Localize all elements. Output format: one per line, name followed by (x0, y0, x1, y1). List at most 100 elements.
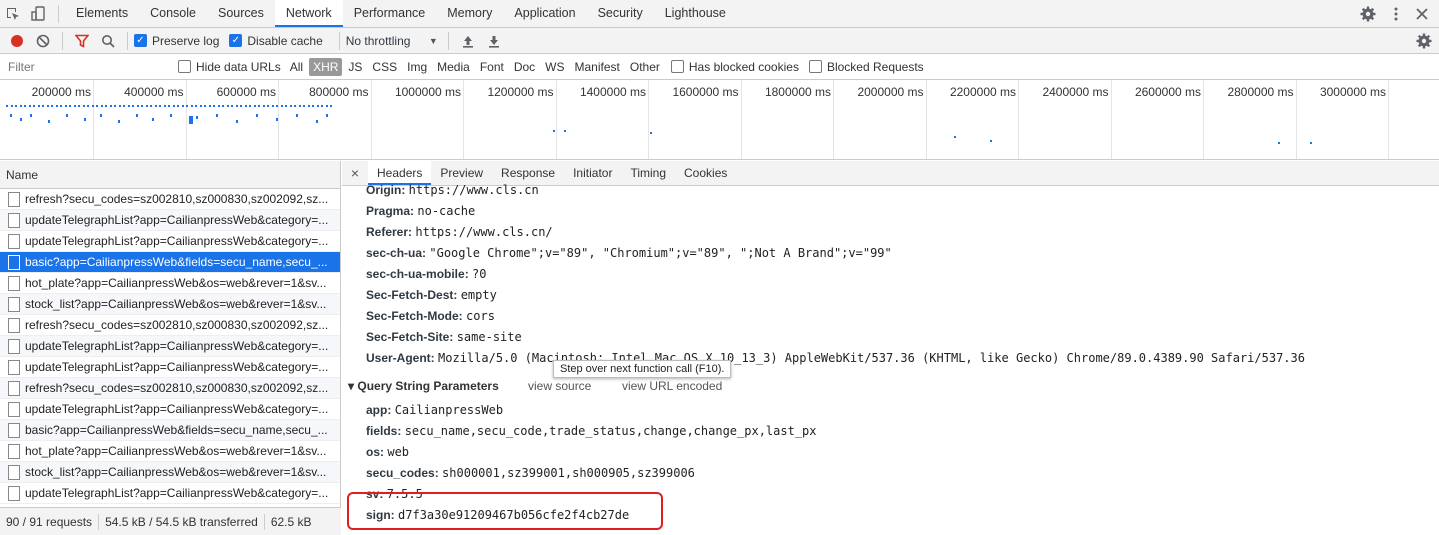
details-tab-timing[interactable]: Timing (621, 161, 675, 185)
document-icon (8, 338, 20, 354)
more-options-icon[interactable] (1383, 1, 1409, 27)
timeline-activity-mark (208, 105, 211, 107)
details-tab-response[interactable]: Response (492, 161, 564, 185)
tab-elements[interactable]: Elements (65, 0, 139, 27)
timeline-activity-mark (100, 114, 102, 117)
header-key: secu_codes: (366, 466, 439, 480)
document-icon (8, 275, 20, 291)
clear-icon[interactable] (30, 28, 56, 54)
timeline-activity-mark (15, 105, 17, 107)
timeline-activity-mark (298, 105, 301, 107)
inspect-element-icon[interactable] (0, 1, 26, 27)
request-row[interactable]: basic?app=CailianpressWeb&fields=secu_na… (0, 420, 340, 441)
request-row[interactable]: updateTelegraphList?app=CailianpressWeb&… (0, 210, 340, 231)
timeline-activity-mark (132, 105, 134, 107)
header-key: Sec-Fetch-Mode: (366, 309, 463, 323)
throttling-select[interactable]: No throttling ▼ (346, 34, 442, 48)
timeline-activity-mark (168, 105, 170, 107)
filter-input[interactable] (4, 56, 170, 77)
import-har-icon[interactable] (455, 28, 481, 54)
timeline-tick-label: 400000 ms (124, 85, 184, 99)
tab-memory[interactable]: Memory (436, 0, 503, 27)
details-tab-cookies[interactable]: Cookies (675, 161, 736, 185)
filter-type-all[interactable]: All (286, 58, 307, 76)
hide-data-urls-checkbox[interactable]: Hide data URLs (178, 60, 281, 74)
request-row[interactable]: refresh?secu_codes=sz002810,sz000830,sz0… (0, 189, 340, 210)
tab-lighthouse[interactable]: Lighthouse (654, 0, 737, 27)
timeline-overview[interactable]: 200000 ms 400000 ms 600000 ms 800000 ms 1000… (0, 80, 1439, 160)
divider (447, 31, 449, 50)
timeline-activity-mark (1310, 142, 1312, 144)
filter-type-img[interactable]: Img (403, 58, 431, 76)
request-row[interactable]: refresh?secu_codes=sz002810,sz000830,sz0… (0, 378, 340, 399)
header-value: ?0 (472, 267, 487, 281)
timeline-tick-label: 800000 ms (309, 85, 369, 99)
record-icon[interactable] (4, 28, 30, 54)
header-key: fields: (366, 424, 402, 438)
request-row[interactable]: hot_plate?app=CailianpressWeb&os=web&rev… (0, 441, 340, 462)
request-row[interactable]: stock_list?app=CailianpressWeb&os=web&re… (0, 294, 340, 315)
details-tab-preview[interactable]: Preview (431, 161, 492, 185)
header-key: User-Agent: (366, 351, 435, 365)
filter-type-css[interactable]: CSS (368, 58, 401, 76)
details-tabs: Headers Preview Response Initiator Timing Coo… (368, 161, 736, 185)
device-toolbar-icon[interactable] (26, 1, 52, 27)
filter-type-font[interactable]: Font (476, 58, 508, 76)
filter-type-ws[interactable]: WS (541, 58, 568, 76)
tab-security[interactable]: Security (587, 0, 654, 27)
request-row[interactable]: updateTelegraphList?app=CailianpressWeb&… (0, 231, 340, 252)
header-row: Sec-Fetch-Dest: empty (366, 288, 497, 302)
request-row[interactable]: refresh?secu_codes=sz002810,sz000830,sz0… (0, 315, 340, 336)
has-blocked-cookies-checkbox[interactable]: Has blocked cookies (670, 60, 799, 74)
header-row: app: CailianpressWeb (366, 403, 503, 417)
query-params-section-header[interactable]: ▾ Query String Parameters (348, 379, 499, 393)
document-icon (8, 359, 20, 375)
filter-type-manifest[interactable]: Manifest (571, 58, 624, 76)
tab-performance[interactable]: Performance (343, 0, 437, 27)
blocked-requests-checkbox[interactable]: Blocked Requests (808, 60, 924, 74)
timeline-tick-label: 2400000 ms (1042, 85, 1109, 99)
timeline-activity-mark (42, 105, 44, 107)
request-row[interactable]: stock_list?app=CailianpressWeb&os=web&re… (0, 462, 340, 483)
filter-type-media[interactable]: Media (433, 58, 474, 76)
filter-type-xhr[interactable]: XHR (309, 57, 343, 76)
settings-gear-icon[interactable] (1355, 1, 1381, 27)
filter-type-js[interactable]: JS (344, 58, 366, 76)
request-count: 90 / 91 requests (6, 514, 93, 529)
header-value: secu_name,secu_code,trade_status,change,… (404, 424, 817, 438)
request-row[interactable]: updateTelegraphList?app=CailianpressWeb&… (0, 483, 340, 504)
details-tab-initiator[interactable]: Initiator (564, 161, 621, 185)
view-source-link[interactable]: view source (528, 379, 591, 393)
name-column-header[interactable]: Name (0, 161, 340, 189)
timeline-activity-mark (216, 114, 218, 117)
export-har-icon[interactable] (481, 28, 507, 54)
preserve-log-checkbox[interactable]: ✓ Preserve log (134, 34, 219, 48)
filter-icon[interactable] (69, 28, 95, 54)
request-row[interactable]: updateTelegraphList?app=CailianpressWeb&… (0, 357, 340, 378)
request-row[interactable]: updateTelegraphList?app=CailianpressWeb&… (0, 399, 340, 420)
request-row[interactable]: basic?app=CailianpressWeb&fields=secu_na… (0, 252, 340, 273)
document-icon (8, 233, 20, 249)
close-devtools-icon[interactable] (1409, 1, 1435, 27)
disable-cache-checkbox[interactable]: ✓ Disable cache (229, 34, 323, 48)
filter-type-doc[interactable]: Doc (510, 58, 539, 76)
view-url-encoded-link[interactable]: view URL encoded (622, 379, 722, 393)
request-row[interactable]: updateTelegraphList?app=CailianpressWeb&… (0, 336, 340, 357)
tab-application[interactable]: Application (503, 0, 586, 27)
tab-network[interactable]: Network (274, 0, 343, 27)
close-details-icon[interactable]: × (342, 165, 368, 181)
header-value: same-site (456, 330, 522, 344)
request-name: hot_plate?app=CailianpressWeb&os=web&rev… (25, 275, 327, 290)
request-name: updateTelegraphList?app=CailianpressWeb&… (25, 233, 329, 248)
request-row[interactable]: hot_plate?app=CailianpressWeb&os=web&rev… (0, 273, 340, 294)
tab-sources[interactable]: Sources (207, 0, 275, 27)
tab-console[interactable]: Console (139, 0, 207, 27)
filter-type-other[interactable]: Other (626, 58, 664, 76)
divider (62, 31, 63, 50)
details-tab-headers[interactable]: Headers (368, 161, 432, 185)
header-row: Sec-Fetch-Site: same-site (366, 330, 522, 344)
request-name: hot_plate?app=CailianpressWeb&os=web&rev… (25, 443, 327, 458)
search-icon[interactable] (95, 28, 121, 54)
timeline-activity-mark (136, 105, 139, 107)
network-settings-gear-icon[interactable] (1411, 28, 1437, 54)
